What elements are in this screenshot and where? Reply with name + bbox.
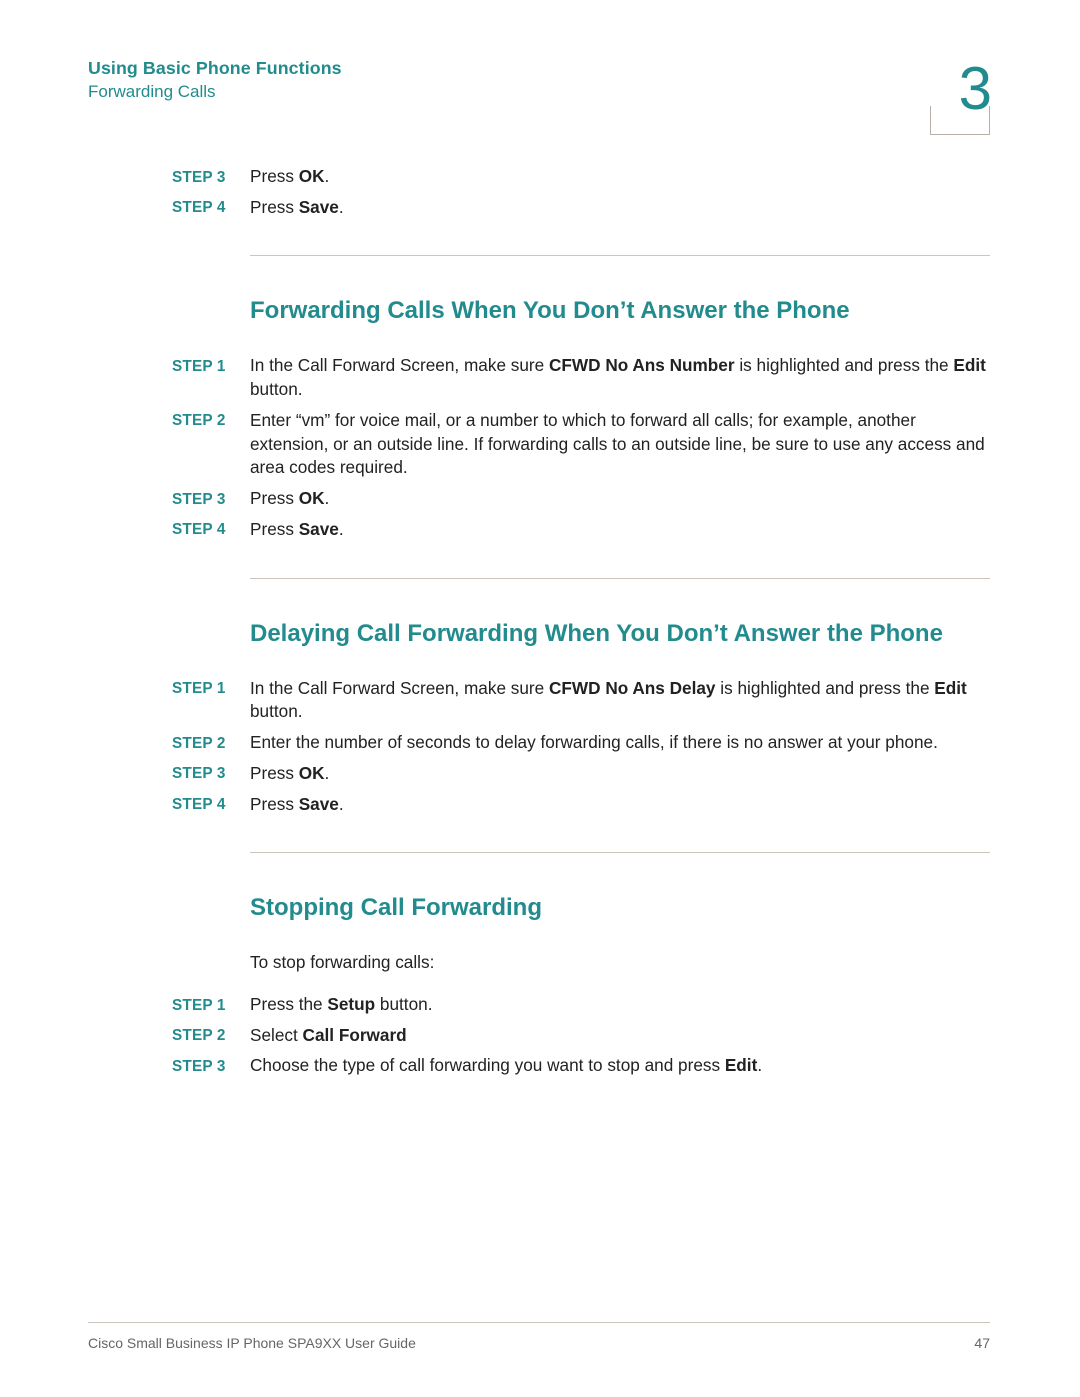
step-row: STEP 4Press Save.: [250, 793, 990, 817]
step-row: STEP 4Press Save.: [250, 518, 990, 542]
steps-block: STEP 1Press the Setup button. STEP 2Selec…: [250, 993, 990, 1078]
step-row: STEP 3Press OK.: [250, 487, 990, 511]
step-body: Press Save.: [250, 518, 990, 542]
step-body: In the Call Forward Screen, make sure CF…: [250, 354, 990, 401]
step-label: STEP 2: [172, 1024, 250, 1047]
step-row: STEP 1In the Call Forward Screen, make s…: [250, 354, 990, 401]
doc-title: Cisco Small Business IP Phone SPA9XX Use…: [88, 1335, 416, 1351]
step-body: Press OK.: [250, 762, 990, 786]
step-body: Choose the type of call forwarding you w…: [250, 1054, 990, 1078]
continuation-steps: STEP 3Press OK. STEP 4Press Save.: [250, 165, 990, 219]
step-label: STEP 3: [172, 1054, 250, 1077]
step-body: Press Save.: [250, 793, 990, 817]
steps-block: STEP 1In the Call Forward Screen, make s…: [250, 354, 990, 541]
step-row: STEP 3Press OK.: [250, 762, 990, 786]
section-intro: To stop forwarding calls:: [250, 951, 990, 975]
step-row: STEP 3Press OK.: [250, 165, 990, 189]
step-row: STEP 2Enter the number of seconds to del…: [250, 731, 990, 755]
main-content: STEP 3Press OK. STEP 4Press Save. Forward…: [250, 165, 990, 1078]
page-number: 47: [974, 1335, 990, 1351]
steps-block: STEP 1In the Call Forward Screen, make s…: [250, 677, 990, 817]
chapter-title: Using Basic Phone Functions: [88, 58, 342, 79]
page-header: Using Basic Phone Functions Forwarding C…: [88, 58, 990, 135]
step-row: STEP 4Press Save.: [250, 196, 990, 220]
step-label: STEP 3: [172, 165, 250, 188]
step-body: Press OK.: [250, 487, 990, 511]
step-label: STEP 3: [172, 487, 250, 510]
step-label: STEP 2: [172, 731, 250, 754]
step-label: STEP 4: [172, 793, 250, 816]
step-label: STEP 1: [172, 354, 250, 377]
page: Using Basic Phone Functions Forwarding C…: [0, 0, 1080, 1397]
step-label: STEP 4: [172, 196, 250, 219]
step-row: STEP 2Select Call Forward: [250, 1024, 990, 1048]
section-subtitle: Forwarding Calls: [88, 82, 342, 102]
step-row: STEP 1Press the Setup button.: [250, 993, 990, 1017]
step-label: STEP 1: [172, 677, 250, 700]
step-label: STEP 4: [172, 518, 250, 541]
section-rule: [250, 578, 990, 579]
section-heading: Delaying Call Forwarding When You Don’t …: [250, 619, 990, 649]
footer-rule: [88, 1322, 990, 1323]
step-body: Select Call Forward: [250, 1024, 990, 1048]
step-row: STEP 1In the Call Forward Screen, make s…: [250, 677, 990, 724]
step-body: In the Call Forward Screen, make sure CF…: [250, 677, 990, 724]
step-body: Press the Setup button.: [250, 993, 990, 1017]
section-heading: Forwarding Calls When You Don’t Answer t…: [250, 296, 990, 326]
step-label: STEP 1: [172, 993, 250, 1016]
step-body: Press Save.: [250, 196, 990, 220]
page-footer: Cisco Small Business IP Phone SPA9XX Use…: [88, 1335, 990, 1351]
step-body: Enter the number of seconds to delay for…: [250, 731, 990, 755]
step-row: STEP 2Enter “vm” for voice mail, or a nu…: [250, 409, 990, 480]
section-rule: [250, 255, 990, 256]
step-label: STEP 2: [172, 409, 250, 432]
step-label: STEP 3: [172, 762, 250, 785]
step-row: STEP 3Choose the type of call forwarding…: [250, 1054, 990, 1078]
section-rule: [250, 852, 990, 853]
chapter-number: 3: [932, 62, 992, 116]
step-body: Enter “vm” for voice mail, or a number t…: [250, 409, 990, 480]
section-heading: Stopping Call Forwarding: [250, 893, 990, 923]
step-body: Press OK.: [250, 165, 990, 189]
